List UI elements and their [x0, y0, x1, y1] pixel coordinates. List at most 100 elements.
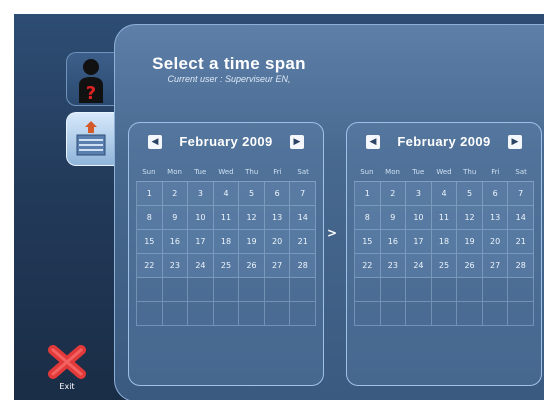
weekday-label: Wed: [436, 168, 452, 176]
weekday-label: Thu: [463, 168, 477, 176]
day-cell[interactable]: 1: [137, 182, 163, 206]
weekday-label: Tue: [194, 168, 207, 176]
weekday-label: Mon: [167, 168, 182, 176]
start-next-month-button[interactable]: ▶: [290, 135, 304, 149]
day-cell[interactable]: 4: [213, 182, 240, 206]
empty-day-cell: [290, 302, 316, 326]
day-cell[interactable]: 14: [508, 206, 534, 230]
day-cell[interactable]: 28: [508, 254, 534, 278]
day-cell[interactable]: 6: [264, 182, 291, 206]
exit-button[interactable]: Exit: [44, 344, 90, 391]
empty-day-cell: [482, 278, 509, 302]
day-cell[interactable]: 7: [290, 182, 316, 206]
day-cell[interactable]: 11: [213, 206, 240, 230]
weekday-label: Sun: [142, 168, 156, 176]
day-cell[interactable]: 15: [137, 230, 163, 254]
day-cell[interactable]: 7: [508, 182, 534, 206]
chevron-right-icon: ▶: [293, 137, 301, 147]
empty-day-cell: [508, 278, 534, 302]
end-weekday-row: Sun Mon Tue Wed Thu Fri Sat: [354, 163, 534, 181]
day-cell[interactable]: 9: [380, 206, 407, 230]
day-cell[interactable]: 28: [290, 254, 316, 278]
day-cell[interactable]: 25: [431, 254, 458, 278]
day-cell[interactable]: 11: [431, 206, 458, 230]
day-cell[interactable]: 19: [457, 230, 483, 254]
day-cell[interactable]: 17: [188, 230, 214, 254]
range-separator-arrow: >: [327, 226, 338, 240]
day-cell[interactable]: 21: [290, 230, 316, 254]
empty-day-cell: [355, 278, 381, 302]
exit-label: Exit: [59, 382, 75, 391]
day-cell[interactable]: 8: [137, 206, 163, 230]
end-next-month-button[interactable]: ▶: [508, 135, 522, 149]
day-cell[interactable]: 24: [406, 254, 432, 278]
day-cell[interactable]: 13: [482, 206, 509, 230]
day-cell[interactable]: 3: [406, 182, 432, 206]
day-cell[interactable]: 2: [162, 182, 189, 206]
day-cell[interactable]: 10: [188, 206, 214, 230]
empty-day-cell: [431, 278, 458, 302]
empty-day-cell: [137, 278, 163, 302]
weekday-label: Thu: [245, 168, 259, 176]
day-cell[interactable]: 6: [482, 182, 509, 206]
day-cell[interactable]: 20: [264, 230, 291, 254]
empty-day-cell: [162, 278, 189, 302]
empty-day-cell: [380, 278, 407, 302]
day-cell[interactable]: 10: [406, 206, 432, 230]
day-cell[interactable]: 26: [239, 254, 265, 278]
day-cell[interactable]: 4: [431, 182, 458, 206]
weekday-label: Sat: [515, 168, 527, 176]
day-cell[interactable]: 12: [457, 206, 483, 230]
day-cell[interactable]: 16: [380, 230, 407, 254]
day-cell[interactable]: 5: [239, 182, 265, 206]
day-cell[interactable]: 23: [162, 254, 189, 278]
day-cell[interactable]: 26: [457, 254, 483, 278]
day-cell[interactable]: 25: [213, 254, 240, 278]
empty-day-cell: [457, 302, 483, 326]
empty-day-cell: [137, 302, 163, 326]
day-cell[interactable]: 1: [355, 182, 381, 206]
app-screen: ? Exit Select a time span Current user :…: [14, 14, 544, 400]
empty-day-cell: [406, 302, 432, 326]
day-cell[interactable]: 20: [482, 230, 509, 254]
empty-day-cell: [290, 278, 316, 302]
day-cell[interactable]: 21: [508, 230, 534, 254]
empty-day-cell: [482, 302, 509, 326]
day-cell[interactable]: 2: [380, 182, 407, 206]
start-calendar-grid: Sun Mon Tue Wed Thu Fri Sat 1 2 3 4 5 6 …: [136, 163, 316, 326]
day-cell[interactable]: 17: [406, 230, 432, 254]
empty-day-cell: [264, 302, 291, 326]
day-cell[interactable]: 18: [431, 230, 458, 254]
day-cell[interactable]: 13: [264, 206, 291, 230]
day-cell[interactable]: 23: [380, 254, 407, 278]
day-cell[interactable]: 8: [355, 206, 381, 230]
start-weekday-row: Sun Mon Tue Wed Thu Fri Sat: [136, 163, 316, 181]
weekday-label: Mon: [385, 168, 400, 176]
empty-day-cell: [188, 302, 214, 326]
day-cell[interactable]: 18: [213, 230, 240, 254]
day-cell[interactable]: 15: [355, 230, 381, 254]
empty-day-cell: [213, 278, 240, 302]
start-calendar-header: ◀ February 2009 ▶: [129, 134, 323, 154]
day-cell[interactable]: 9: [162, 206, 189, 230]
day-cell[interactable]: 5: [457, 182, 483, 206]
page-title: Select a time span: [152, 54, 306, 73]
weekday-label: Sun: [360, 168, 374, 176]
start-calendar: ◀ February 2009 ▶ Sun Mon Tue Wed Thu Fr…: [128, 122, 324, 386]
day-cell[interactable]: 16: [162, 230, 189, 254]
calendar-icon: [76, 121, 106, 156]
day-cell[interactable]: 22: [355, 254, 381, 278]
day-cell[interactable]: 3: [188, 182, 214, 206]
day-cell[interactable]: 19: [239, 230, 265, 254]
day-cell[interactable]: 27: [482, 254, 509, 278]
empty-day-cell: [457, 278, 483, 302]
day-cell[interactable]: 14: [290, 206, 316, 230]
start-day-cells: 1 2 3 4 5 6 7 8 9 10 11 12 13 14 15 16 1…: [136, 181, 316, 326]
day-cell[interactable]: 22: [137, 254, 163, 278]
tab-calendar[interactable]: [66, 112, 115, 166]
day-cell[interactable]: 12: [239, 206, 265, 230]
empty-day-cell: [239, 278, 265, 302]
empty-day-cell: [355, 302, 381, 326]
day-cell[interactable]: 24: [188, 254, 214, 278]
day-cell[interactable]: 27: [264, 254, 291, 278]
